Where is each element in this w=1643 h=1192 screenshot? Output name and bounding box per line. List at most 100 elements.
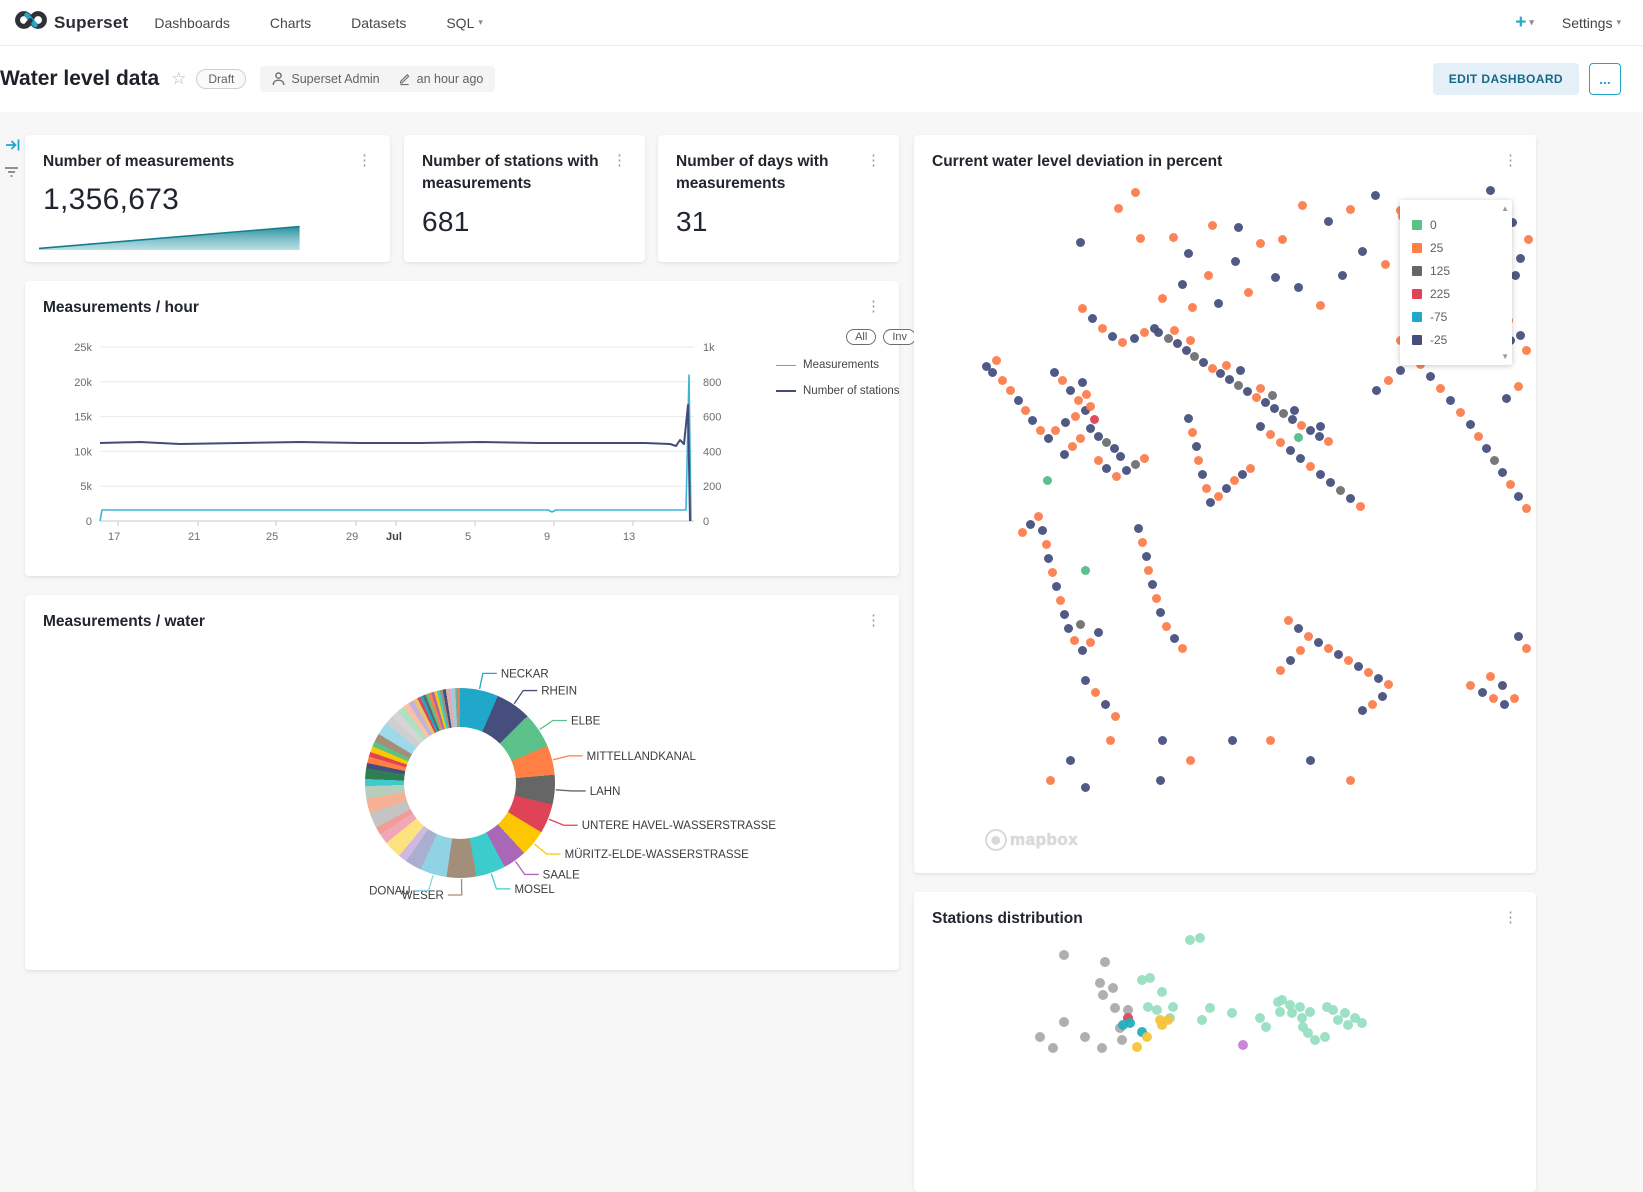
status-badge[interactable]: Draft (196, 69, 246, 89)
card-number-of-measurements: Number of measurements ⋮ 1,356,673 (25, 135, 390, 262)
station-point (1195, 933, 1205, 943)
map-point (1466, 420, 1475, 429)
map-point (1514, 382, 1523, 391)
map-point (1006, 386, 1015, 395)
map-point (1344, 656, 1353, 665)
map-point (1052, 582, 1061, 591)
map-point (1514, 632, 1523, 641)
map-point (1131, 188, 1140, 197)
map-point (1066, 756, 1075, 765)
map-point (1524, 235, 1533, 244)
kpi-value: 1,356,673 (25, 173, 390, 217)
map-point (1506, 480, 1515, 489)
map-point (1266, 736, 1275, 745)
map-point (1236, 366, 1245, 375)
more-options-button[interactable]: ... (1589, 63, 1621, 95)
map-point (1306, 756, 1315, 765)
nav-dashboards[interactable]: Dashboards (154, 15, 230, 31)
map-point (1256, 422, 1265, 431)
map-point (1482, 444, 1491, 453)
map-point (1108, 332, 1117, 341)
kebab-menu-icon[interactable]: ⋮ (862, 297, 885, 315)
card-number-of-stations: Number of stations with measurements ⋮ 6… (404, 135, 645, 262)
map-point (1076, 620, 1085, 629)
legend-select-all-button[interactable]: All (846, 329, 876, 345)
map-point (1028, 416, 1037, 425)
donut-ring[interactable] (365, 688, 555, 878)
map-point (1086, 402, 1095, 411)
owner-chip[interactable]: Superset Admin (272, 72, 379, 86)
legend-item-number-of-stations[interactable]: Number of stations (776, 385, 916, 397)
map-point (1288, 415, 1297, 424)
map-point (1306, 426, 1315, 435)
legend-invert-button[interactable]: Inv (883, 329, 916, 345)
legend-item-measurements[interactable]: Measurements (776, 359, 916, 371)
map-legend-item: 225 (1412, 287, 1504, 301)
map-point (1214, 299, 1223, 308)
line-chart: 25k20k15k10k5k01k800600400200017212529Ju… (25, 317, 765, 567)
station-point (1185, 935, 1195, 945)
map-point (1188, 303, 1197, 312)
map-point (1316, 301, 1325, 310)
edit-dashboard-button[interactable]: EDIT DASHBOARD (1433, 63, 1579, 95)
station-point (1310, 1035, 1320, 1045)
modified-chip[interactable]: an hour ago (398, 72, 484, 86)
map-point (1456, 408, 1465, 417)
nav-charts[interactable]: Charts (270, 15, 311, 31)
kebab-menu-icon[interactable]: ⋮ (608, 151, 631, 169)
svg-text:10k: 10k (74, 446, 92, 458)
favorite-star-icon[interactable]: ☆ (171, 69, 186, 89)
map-point (1044, 554, 1053, 563)
kebab-menu-icon[interactable]: ⋮ (862, 151, 885, 169)
new-item-button[interactable]: + ▾ (1515, 12, 1534, 34)
map-point (1173, 339, 1182, 348)
map-point (1102, 438, 1111, 447)
station-point (1095, 978, 1105, 988)
map-point (1230, 476, 1239, 485)
settings-label: Settings (1562, 15, 1613, 31)
map-point (1222, 484, 1231, 493)
map-point (1061, 418, 1070, 427)
map-point (1194, 456, 1203, 465)
map-point (1050, 368, 1059, 377)
card-stations-distribution: Stations distribution ⋮ (914, 892, 1536, 1192)
expand-filter-bar-icon[interactable] (5, 138, 21, 157)
map-point (1090, 415, 1099, 424)
map-point (1116, 452, 1125, 461)
station-point (1328, 1005, 1338, 1015)
station-point (1275, 1007, 1285, 1017)
superset-brand[interactable]: Superset (14, 9, 128, 36)
line-chart-legend: All Inv Measurements Number of stations (776, 329, 916, 397)
kpi-sparkline (39, 214, 301, 250)
map-point (1204, 271, 1213, 280)
svg-text:9: 9 (544, 531, 550, 543)
station-point (1261, 1022, 1271, 1032)
map-point (1296, 646, 1305, 655)
nav-datasets[interactable]: Datasets (351, 15, 406, 31)
legend-label: 125 (1430, 264, 1450, 278)
map-point (1286, 446, 1295, 455)
map-point (1198, 470, 1207, 479)
map-point (1276, 666, 1285, 675)
map-point (1358, 247, 1367, 256)
mapbox-attribution[interactable]: ◉ mapbox (985, 829, 1078, 851)
svg-text:5: 5 (465, 531, 471, 543)
map-point (1522, 346, 1531, 355)
map-point (1286, 656, 1295, 665)
map-point (1066, 386, 1075, 395)
kebab-menu-icon[interactable]: ⋮ (1499, 151, 1522, 169)
station-point (1305, 1007, 1315, 1017)
filter-icon[interactable] (4, 166, 19, 184)
map-point (1498, 468, 1507, 477)
modified-time: an hour ago (417, 72, 484, 86)
kebab-menu-icon[interactable]: ⋮ (353, 151, 376, 169)
settings-menu[interactable]: Settings ▾ (1562, 15, 1621, 31)
legend-scroll-up-icon[interactable]: ▲ (1501, 204, 1509, 213)
nav-sql[interactable]: SQL ▾ (446, 15, 483, 31)
map-point (1130, 334, 1139, 343)
map-legend-item: -25 (1412, 333, 1504, 347)
plus-icon: + (1515, 12, 1526, 34)
map-point (1169, 233, 1178, 242)
legend-scroll-down-icon[interactable]: ▼ (1501, 352, 1509, 361)
map-point (1140, 454, 1149, 463)
